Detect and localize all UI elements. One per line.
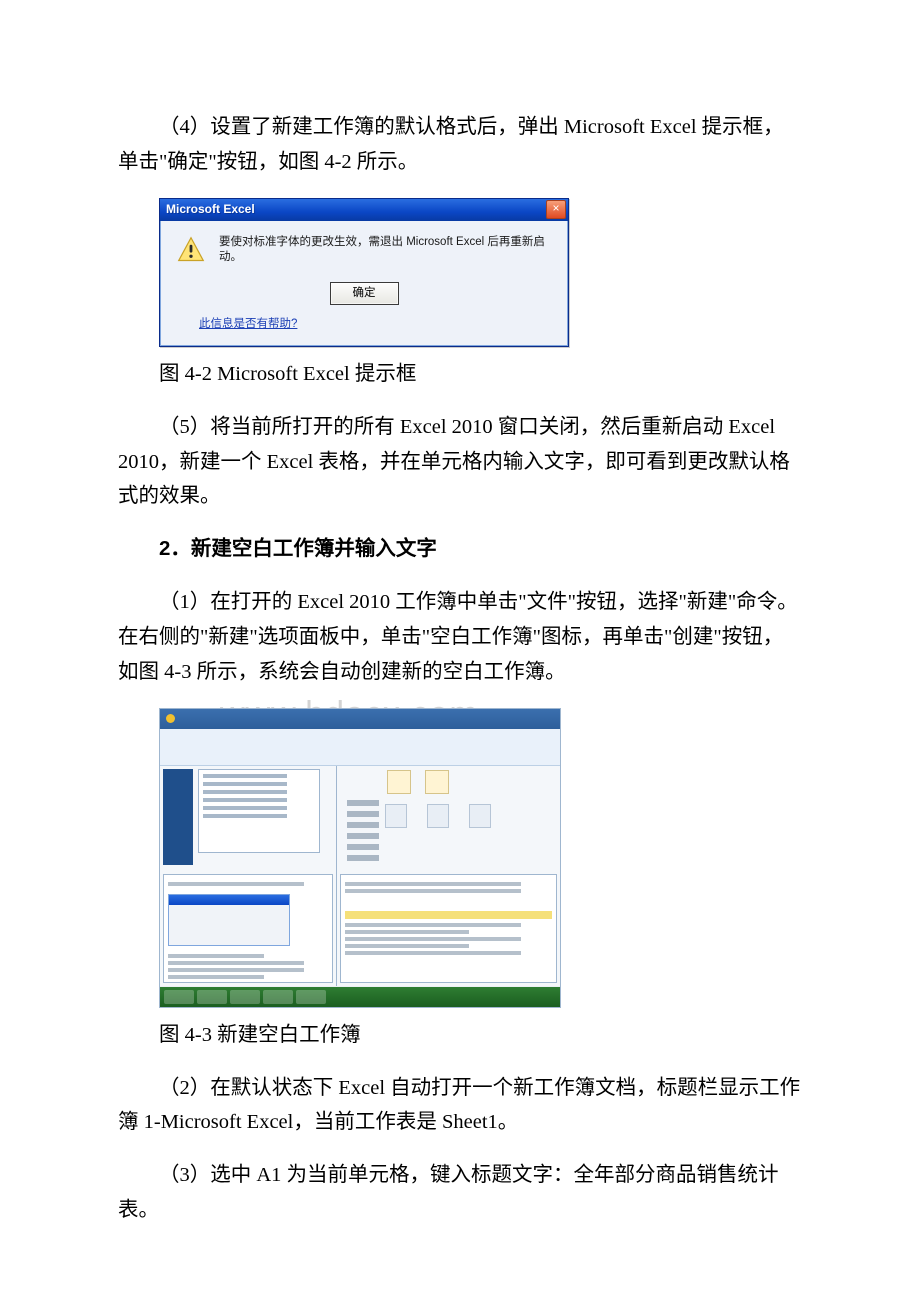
paragraph-step-3b: （3）选中 A1 为当前单元格，键入标题文字：全年部分商品销售统计表。 <box>118 1158 802 1228</box>
paragraph-step-2b: （2）在默认状态下 Excel 自动打开一个新工作簿文档，标题栏显示工作簿 1-… <box>118 1071 802 1141</box>
template-list-pane <box>198 769 320 853</box>
category-list <box>347 800 379 861</box>
highlight-bar <box>345 911 552 919</box>
figure-4-3 <box>118 708 802 1008</box>
template-thumb <box>469 804 491 828</box>
left-window <box>160 766 337 986</box>
dialog-titlebar: Microsoft Excel × <box>160 199 568 221</box>
template-thumbnails <box>385 804 491 828</box>
taskbar-button <box>197 990 227 1004</box>
dialog-message-text: 要使对标准字体的更改生效，需退出 Microsoft Excel 后再重新启动。 <box>219 235 551 265</box>
taskbar-button <box>296 990 326 1004</box>
file-menu-sidebar <box>163 769 193 865</box>
paragraph-step-5: （5）将当前所打开的所有 Excel 2010 窗口关闭，然后重新启动 Exce… <box>118 410 802 515</box>
screenshot-new-workbook <box>159 708 561 1008</box>
dialog-title: Microsoft Excel <box>166 199 255 219</box>
paragraph-step-4: （4）设置了新建工作簿的默认格式后，弹出 Microsoft Excel 提示框… <box>118 110 802 180</box>
dialog-message-row: 要使对标准字体的更改生效，需退出 Microsoft Excel 后再重新启动。 <box>161 221 567 273</box>
taskbar-button <box>263 990 293 1004</box>
heading-section-2: 2．新建空白工作簿并输入文字 <box>118 532 802 567</box>
template-thumb <box>427 804 449 828</box>
app-icon <box>166 714 175 723</box>
dialog-body: 要使对标准字体的更改生效，需退出 Microsoft Excel 后再重新启动。… <box>160 221 568 346</box>
left-doc-preview <box>163 874 333 983</box>
mini-dialog-mock <box>168 894 290 946</box>
dialog-button-row: 确定 <box>161 273 567 316</box>
folder-icon <box>387 770 411 794</box>
taskbar-button <box>164 990 194 1004</box>
dialog-help-row: 此信息是否有帮助? <box>161 315 567 345</box>
close-icon[interactable]: × <box>546 200 566 219</box>
message-dialog: Microsoft Excel × 要使对标准字体的更改生效，需退出 Micro… <box>159 198 569 347</box>
right-window <box>337 766 560 986</box>
right-doc-preview <box>340 874 557 983</box>
window-titlebar <box>160 709 560 729</box>
ribbon-bar <box>160 729 560 766</box>
figure-4-2: Microsoft Excel × 要使对标准字体的更改生效，需退出 Micro… <box>118 198 802 347</box>
ok-button[interactable]: 确定 <box>330 282 399 306</box>
template-thumb <box>385 804 407 828</box>
figure-4-3-caption: 图 4-3 新建空白工作簿 <box>118 1018 802 1053</box>
warning-icon <box>177 236 205 264</box>
figure-4-2-caption: 图 4-2 Microsoft Excel 提示框 <box>118 357 802 392</box>
help-link[interactable]: 此信息是否有帮助? <box>199 318 297 330</box>
folder-icon <box>425 770 449 794</box>
paragraph-step-1: （1）在打开的 Excel 2010 工作簿中单击"文件"按钮，选择"新建"命令… <box>118 585 802 690</box>
taskbar-button <box>230 990 260 1004</box>
document-page: （4）设置了新建工作簿的默认格式后，弹出 Microsoft Excel 提示框… <box>0 0 920 1296</box>
taskbar <box>160 987 560 1007</box>
split-content <box>160 766 560 986</box>
template-icons-row <box>387 770 449 794</box>
